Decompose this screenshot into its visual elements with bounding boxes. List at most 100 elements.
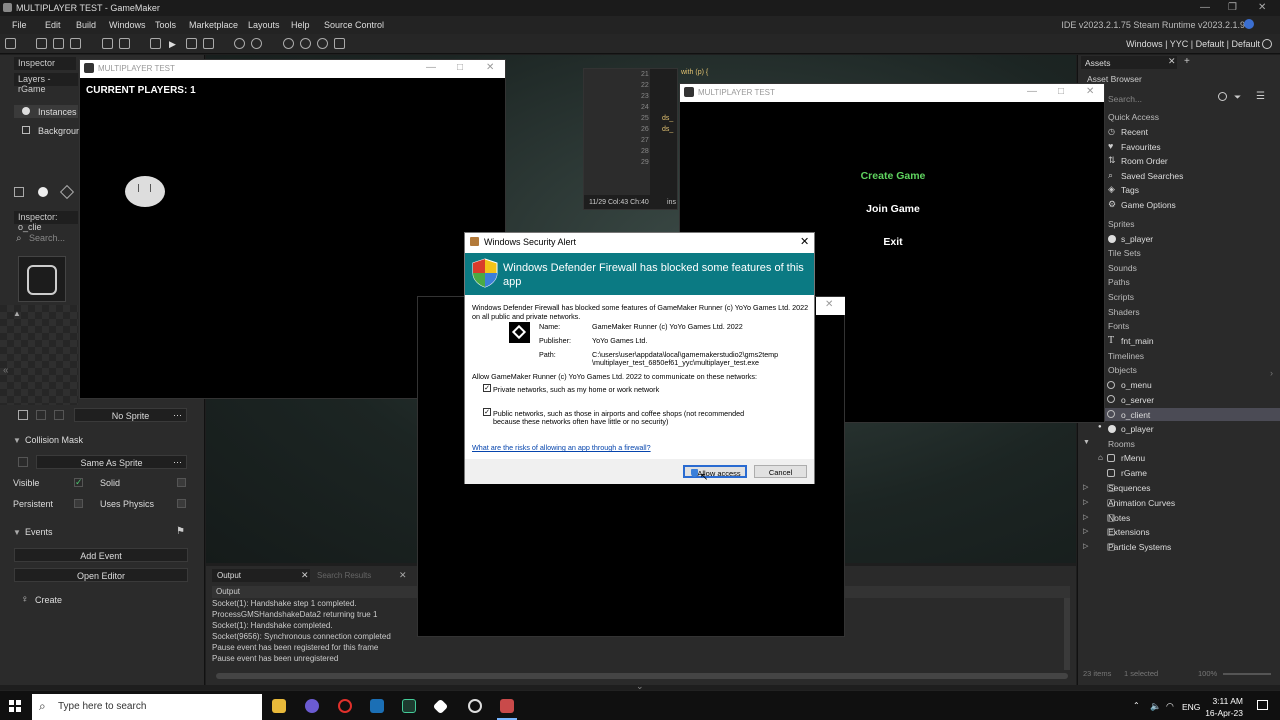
save-icon[interactable] [70, 38, 81, 49]
asset-o-menu[interactable]: o_menu [1121, 380, 1152, 390]
public-networks-checkbox[interactable]: ✓ [483, 408, 491, 416]
menu-build[interactable]: Build [76, 20, 96, 30]
sprite-new-icon[interactable] [36, 410, 46, 420]
folder-expand-icon[interactable]: ▷ [1083, 542, 1088, 550]
inspector-search[interactable]: Search... [29, 233, 65, 243]
shaders-header[interactable]: Shaders [1108, 307, 1140, 317]
browser-icon[interactable] [305, 699, 319, 713]
zoom-slider[interactable] [1223, 673, 1271, 675]
run-icon[interactable]: ▶ [169, 39, 176, 50]
tab-search-results[interactable]: Search Results ✕ [314, 569, 410, 582]
taskbar-search[interactable]: ⌕ Type here to search [32, 694, 262, 720]
menu-help[interactable]: Help [291, 20, 310, 30]
sprite-select[interactable]: No Sprite ⋯ [74, 408, 187, 422]
add-tab-icon[interactable]: + [1184, 56, 1190, 67]
menu-layouts[interactable]: Layouts [248, 20, 280, 30]
paint-icon[interactable] [500, 699, 514, 713]
join-game-button[interactable]: Join Game [680, 203, 1106, 215]
target-selector[interactable]: Windows | YYC | Default | Default [1126, 39, 1260, 49]
sprite-open-icon[interactable] [54, 410, 64, 420]
sprites-header[interactable]: Sprites [1108, 219, 1134, 229]
add-event-button[interactable]: Add Event [14, 548, 188, 562]
game2-close-icon[interactable]: ✕ [1086, 86, 1094, 97]
tab-assets-close-icon[interactable]: ✕ [1168, 56, 1176, 67]
mask-edit-icon[interactable] [18, 457, 28, 467]
menu-windows[interactable]: Windows [109, 20, 146, 30]
layer-instances[interactable]: Instances [14, 105, 78, 118]
menu-source-control[interactable]: Source Control [324, 20, 384, 30]
eye-icon[interactable] [22, 107, 30, 115]
stop-icon[interactable] [186, 38, 197, 49]
asset-rgame[interactable]: rGame [1121, 468, 1147, 478]
game-maximize-icon[interactable]: □ [457, 62, 463, 73]
event-create[interactable]: Create [35, 595, 62, 605]
language-indicator[interactable]: ENG [1182, 702, 1200, 712]
game-minimize-icon[interactable]: — [426, 62, 436, 73]
close-icon[interactable]: ✕ [1258, 2, 1266, 13]
sprite-preview[interactable] [18, 256, 66, 302]
menu-marketplace[interactable]: Marketplace [189, 20, 238, 30]
menu-icon[interactable]: ☰ [1256, 91, 1265, 102]
game-window-caption[interactable]: MULTIPLAYER TEST — □ ✕ [80, 60, 505, 78]
firewall-risks-link[interactable]: What are the risks of allowing an app th… [472, 443, 651, 452]
output-v-scrollbar[interactable] [1064, 598, 1070, 670]
events-expand-icon[interactable]: ▼ [13, 528, 21, 537]
rooms-header[interactable]: Rooms [1108, 439, 1135, 449]
asset-room-order[interactable]: Room Order [1121, 156, 1168, 166]
scripts-header[interactable]: Scripts [1108, 292, 1134, 302]
notifications-icon[interactable] [1257, 700, 1268, 710]
asset-tags[interactable]: Tags [1121, 185, 1139, 195]
menu-file[interactable]: File [12, 20, 27, 30]
third-window-caption[interactable]: ✕ [816, 297, 845, 315]
uses-physics-checkbox[interactable] [177, 499, 186, 508]
cancel-button[interactable]: Cancel [754, 465, 807, 478]
mask-select[interactable]: Same As Sprite ⋯ [36, 455, 187, 469]
settings-icon[interactable] [234, 38, 245, 49]
account-icon[interactable] [1244, 19, 1254, 29]
game2-maximize-icon[interactable]: □ [1058, 86, 1064, 97]
asset-o-server[interactable]: o_server [1121, 395, 1154, 405]
third-close-icon[interactable]: ✕ [825, 299, 833, 310]
paths-header[interactable]: Paths [1108, 277, 1130, 287]
right-panel-collapse-icon[interactable]: › [1270, 368, 1273, 378]
image-icon[interactable] [14, 187, 24, 197]
open-icon[interactable] [53, 38, 64, 49]
tray-chevron-icon[interactable]: ⌃ [1133, 701, 1140, 710]
new-icon[interactable] [36, 38, 47, 49]
tilesets-header[interactable]: Tile Sets [1108, 248, 1141, 258]
quick-access-header[interactable]: Quick Access [1108, 112, 1159, 122]
collapse-arrow-icon[interactable]: ▲ [13, 309, 21, 318]
tab-output-close-icon[interactable]: ✕ [301, 570, 309, 581]
game-window-menu-caption[interactable]: MULTIPLAYER TEST — □ ✕ [680, 84, 1104, 102]
volume-icon[interactable]: 🔈 [1150, 701, 1161, 712]
flag-icon[interactable]: ⚑ [176, 526, 185, 537]
maximize-icon[interactable]: ❐ [1228, 2, 1237, 13]
layer-background[interactable]: Background [14, 124, 86, 137]
create-game-button[interactable]: Create Game [680, 170, 1106, 182]
open-editor-button[interactable]: Open Editor [14, 568, 188, 582]
help-icon[interactable] [251, 38, 262, 49]
package-icon[interactable] [119, 38, 130, 49]
diamond-icon[interactable] [59, 184, 75, 200]
clean-icon[interactable] [203, 38, 214, 49]
gamemaker-taskbar-icon[interactable] [402, 699, 416, 713]
fonts-header[interactable]: Fonts [1108, 321, 1129, 331]
debug-icon[interactable] [150, 38, 161, 49]
target-gear-icon[interactable] [1262, 39, 1272, 49]
panel-collapse-icon[interactable]: « [3, 365, 9, 376]
dialog-caption[interactable]: Windows Security Alert ✕ [465, 233, 814, 251]
asset-game-options[interactable]: Game Options [1121, 200, 1176, 210]
folder-expand-icon[interactable]: ▷ [1083, 483, 1088, 491]
game-close-icon[interactable]: ✕ [486, 62, 494, 73]
private-networks-label[interactable]: Private networks, such as my home or wor… [493, 385, 659, 394]
asset-notes[interactable]: Notes [1108, 513, 1130, 523]
mask-more-icon[interactable]: ⋯ [173, 457, 182, 468]
folder-expand-icon[interactable]: ▷ [1083, 527, 1088, 535]
zoom-out-icon[interactable] [283, 38, 294, 49]
menu-edit[interactable]: Edit [45, 20, 61, 30]
sprite-edit-icon[interactable] [18, 410, 28, 420]
tab-layers[interactable]: Layers - rGame [14, 73, 78, 94]
asset-o-client[interactable]: o_client [1121, 410, 1150, 420]
solid-checkbox[interactable] [177, 478, 186, 487]
asset-o-player[interactable]: o_player [1121, 424, 1154, 434]
